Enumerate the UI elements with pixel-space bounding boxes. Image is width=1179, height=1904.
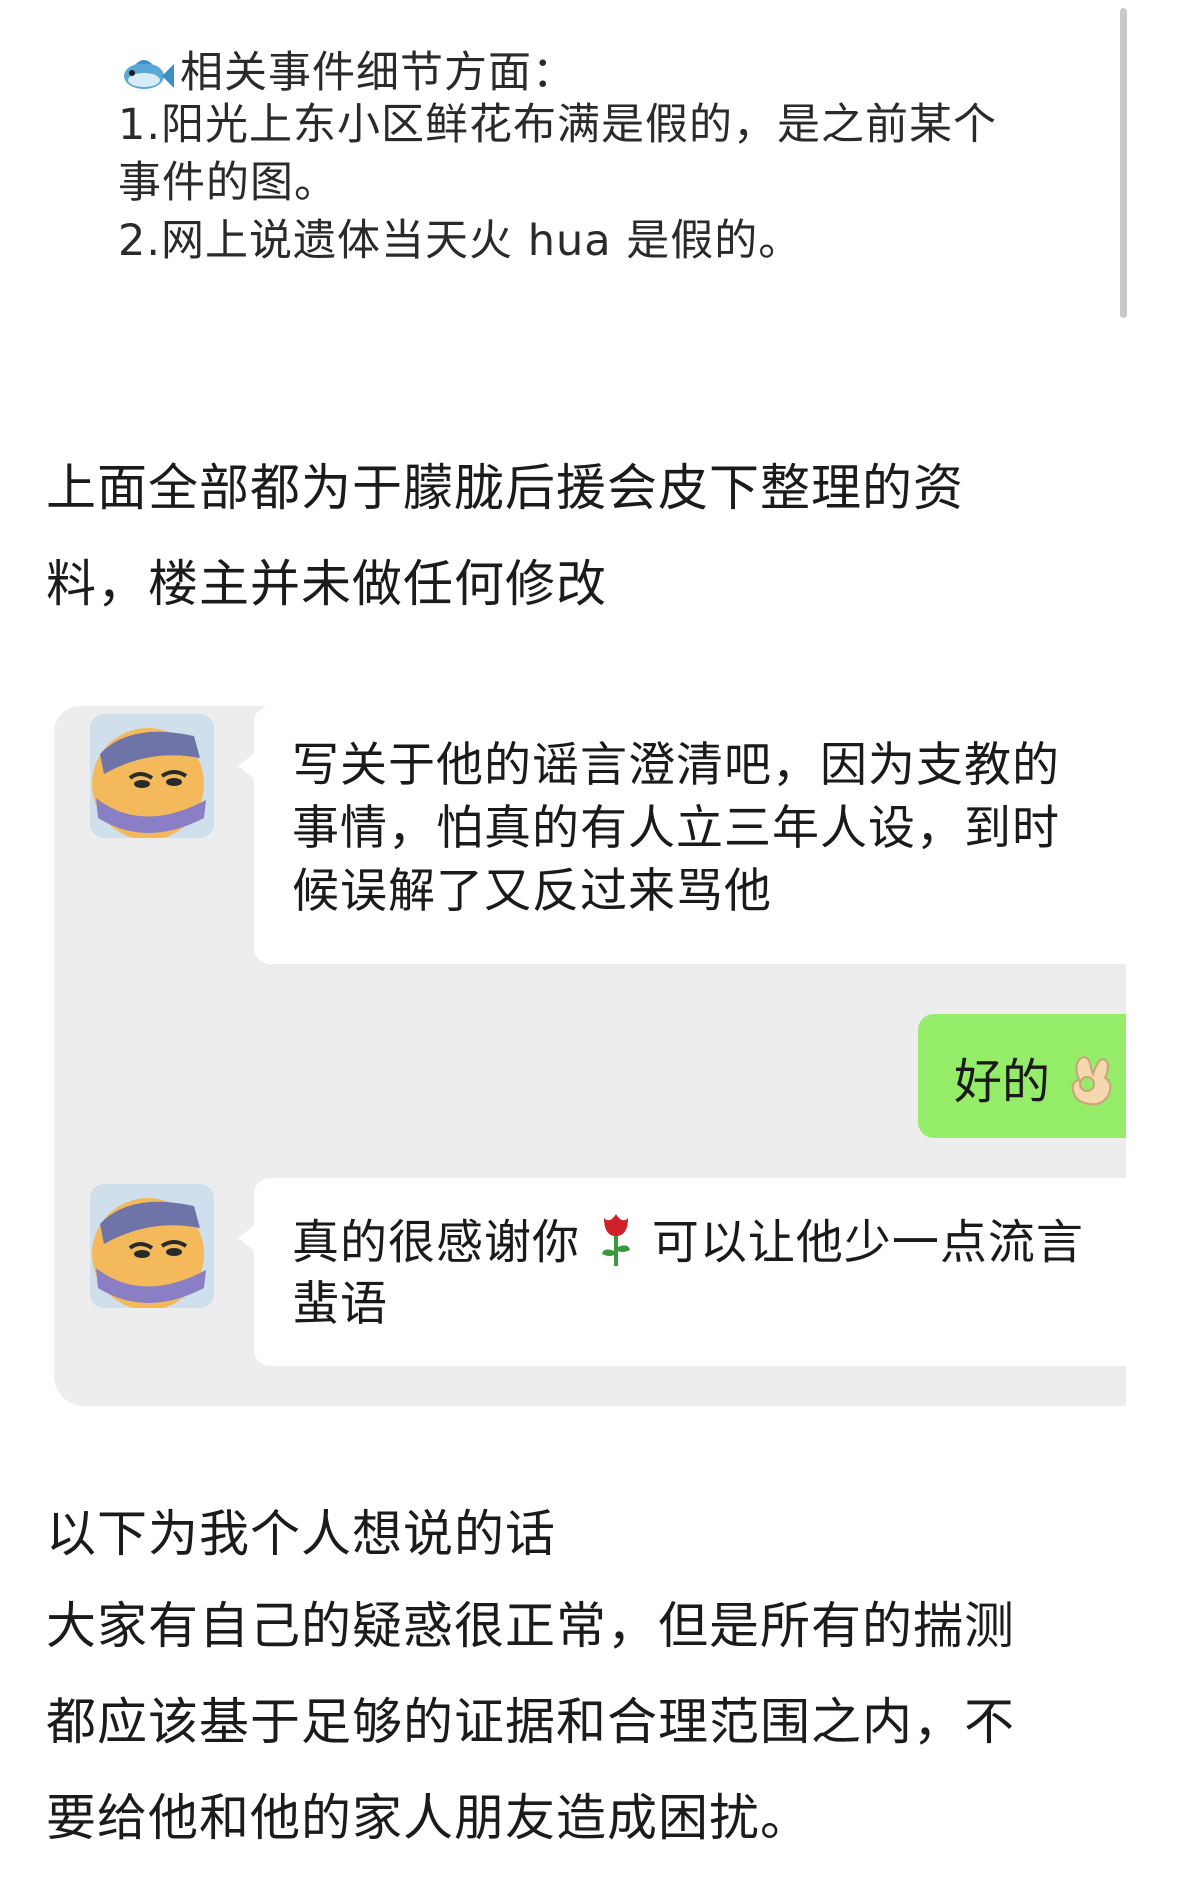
outgoing-message[interactable]: 好的 bbox=[918, 1014, 1126, 1138]
message-line: 蜚语 bbox=[292, 1277, 388, 1332]
outro-line-3: 都应该基于足够的证据和合理范围之内，不 bbox=[46, 1693, 1015, 1751]
avatar bbox=[90, 714, 214, 838]
quote-line-1: 1.阳光上东小区鲜花布满是假的，是之前某个 bbox=[118, 100, 998, 150]
message-line: 候误解了又反过来骂他 bbox=[292, 864, 772, 919]
rose-icon bbox=[596, 1208, 636, 1284]
quote-line-3: 2.网上说遗体当天火 hua 是假的。 bbox=[118, 216, 803, 266]
outgoing-message-row: 好的 bbox=[954, 1042, 1115, 1120]
message-text: 真的很感谢你 bbox=[292, 1215, 580, 1271]
message-text: 可以让他少一点流言 bbox=[651, 1215, 1084, 1271]
outro-line-2: 大家有自己的疑惑很正常，但是所有的揣测 bbox=[46, 1597, 1015, 1655]
avatar bbox=[90, 1184, 214, 1308]
incoming-message-2[interactable]: 真的很感谢你 可以让他少一点流言 蜚语 bbox=[238, 1178, 1126, 1366]
incoming-message-1[interactable]: 写关于他的谣言澄清吧，因为支教的 事情，怕真的有人立三年人设，到时 候误解了又反… bbox=[238, 706, 1126, 964]
quoted-post-block: 相关事件细节方面： 1.阳光上东小区鲜花布满是假的，是之前某个 事件的图。 2.… bbox=[44, 0, 1124, 345]
outro-line-4: 要给他和他的家人朋友造成困扰。 bbox=[46, 1789, 811, 1847]
outgoing-message-text: 好的 bbox=[954, 1054, 1051, 1110]
outro-line-1: 以下为我个人想说的话 bbox=[46, 1505, 556, 1563]
intro-line-2: 料，楼主并未做任何修改 bbox=[46, 555, 607, 613]
message-line: 写关于他的谣言澄清吧，因为支教的 bbox=[292, 738, 1060, 793]
message-line: 事情，怕真的有人立三年人设，到时 bbox=[292, 801, 1060, 856]
ok-hand-icon bbox=[1065, 1050, 1115, 1120]
quote-line-2: 事件的图。 bbox=[118, 158, 338, 208]
message-line: 真的很感谢你 可以让他少一点流言 bbox=[292, 1208, 1084, 1284]
chat-screenshot: 写关于他的谣言澄清吧，因为支教的 事情，怕真的有人立三年人设，到时 候误解了又反… bbox=[54, 706, 1126, 1406]
scrollbar[interactable] bbox=[1120, 8, 1127, 318]
intro-line-1: 上面全部都为于朦胧后援会皮下整理的资 bbox=[46, 459, 964, 517]
